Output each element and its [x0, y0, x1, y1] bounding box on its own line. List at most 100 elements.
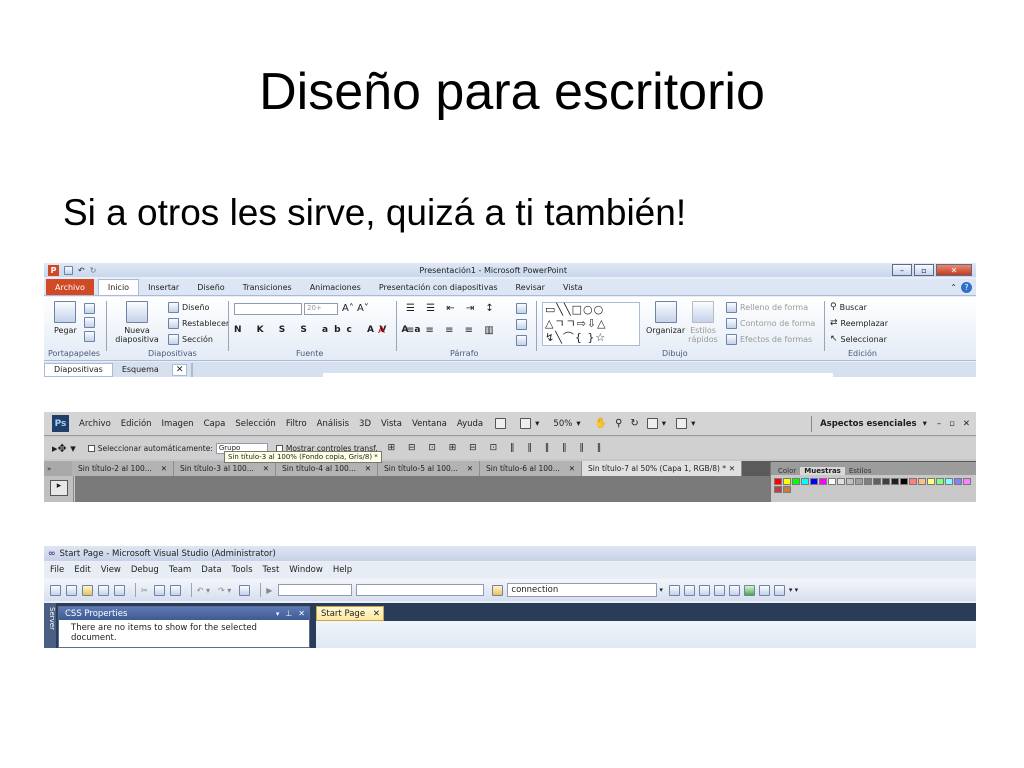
ps-close-button[interactable]: ✕	[963, 419, 970, 429]
color-swatch[interactable]	[864, 478, 872, 485]
tools-icon[interactable]	[728, 584, 740, 596]
tab-presentacion[interactable]: Presentación con diapositivas	[370, 279, 507, 295]
ps-menu-analisis[interactable]: Análisis	[317, 419, 349, 429]
close-button[interactable]: ✕	[936, 264, 972, 276]
doc-tab-4[interactable]: Sin título-4 al 100... ✕	[276, 461, 378, 476]
panel-close-icon[interactable]: ✕	[298, 609, 305, 618]
arrange-documents-icon[interactable]	[646, 418, 658, 429]
auto-select-checkbox[interactable]	[87, 444, 95, 452]
hand-icon[interactable]: ✋	[595, 418, 607, 429]
panel-menu-icon[interactable]: ▾	[276, 610, 280, 618]
properties-icon[interactable]	[683, 584, 695, 596]
doc-tab-5[interactable]: Sin título-5 al 100... ✕	[378, 461, 480, 476]
start-debug-icon[interactable]: ▶	[266, 586, 272, 595]
panel-tab-muestras[interactable]: Muestras	[800, 467, 845, 475]
zoom-level[interactable]: 50%	[553, 419, 572, 429]
find-combo[interactable]: connection	[507, 583, 658, 597]
color-swatch[interactable]	[918, 478, 926, 485]
paste-icon-vs[interactable]	[169, 584, 181, 596]
doc-tab-7[interactable]: Sin título-7 al 50% (Capa 1, RGB/8) * ✕	[582, 461, 742, 476]
tab-esquema[interactable]: Esquema	[113, 363, 168, 377]
select-button[interactable]: ↖ Seleccionar	[830, 334, 887, 344]
quick-styles-button[interactable]: Estilos rápidos	[686, 301, 720, 344]
shape-outline-button[interactable]: Contorno de forma	[726, 318, 815, 329]
expand-panels-icon[interactable]: »	[44, 465, 72, 473]
platform-dropdown[interactable]	[356, 584, 485, 596]
arrange-button[interactable]: Organizar	[646, 301, 685, 335]
pin-icon[interactable]: ⊥	[285, 609, 292, 618]
copy-icon[interactable]	[84, 317, 95, 328]
ps-menu-seleccion[interactable]: Selección	[235, 419, 276, 429]
section-button[interactable]: Sección	[168, 334, 213, 345]
color-swatch[interactable]	[846, 478, 854, 485]
doc-tab-3[interactable]: Sin título-3 al 100... ✕	[174, 461, 276, 476]
color-swatch[interactable]	[882, 478, 890, 485]
align-distribute-buttons[interactable]: ⊞ ⊟ ⊡ ⊞ ⊟ ⊡ ‖ ‖ ‖ ‖ ‖ ‖	[388, 443, 607, 453]
color-swatch[interactable]	[828, 478, 836, 485]
reset-button[interactable]: Restablecer	[168, 318, 229, 329]
align-text-icon[interactable]	[516, 319, 527, 330]
ps-menu-capa[interactable]: Capa	[204, 419, 226, 429]
ps-menu-3d[interactable]: 3D	[359, 419, 371, 429]
tab-transiciones[interactable]: Transiciones	[234, 279, 301, 295]
color-swatch[interactable]	[936, 478, 944, 485]
config-dropdown[interactable]	[278, 584, 353, 596]
tab-diapositivas[interactable]: Diapositivas	[44, 362, 113, 377]
doc-tab-2[interactable]: Sin título-2 al 100... ✕	[72, 461, 174, 476]
color-swatch[interactable]	[774, 486, 782, 493]
vs-menu-help[interactable]: Help	[333, 565, 352, 575]
screen-mode-2-icon[interactable]	[676, 418, 688, 429]
tab-revisar[interactable]: Revisar	[507, 279, 554, 295]
color-swatch[interactable]	[873, 478, 881, 485]
maximize-button[interactable]: ▫	[914, 264, 934, 276]
extension-icon[interactable]	[743, 584, 755, 596]
move-tool-icon[interactable]: ▸✥ ▾	[52, 442, 76, 455]
solution-explorer-icon[interactable]	[668, 584, 680, 596]
open-folder-icon[interactable]	[82, 584, 93, 596]
layout-button[interactable]: Diseño	[168, 302, 209, 313]
smartart-icon[interactable]	[516, 335, 527, 346]
color-swatch[interactable]	[801, 478, 809, 485]
color-swatch[interactable]	[783, 486, 791, 493]
undo-icon[interactable]: ↶	[78, 266, 85, 275]
vs-menu-debug[interactable]: Debug	[131, 565, 159, 575]
save-icon-vs[interactable]	[98, 584, 109, 596]
color-swatch[interactable]	[945, 478, 953, 485]
font-format-buttons[interactable]: N K S S abc AV Aa	[234, 325, 426, 335]
tab-animaciones[interactable]: Animaciones	[301, 279, 370, 295]
color-swatch[interactable]	[792, 478, 800, 485]
ps-menu-ayuda[interactable]: Ayuda	[457, 419, 483, 429]
color-swatch[interactable]	[774, 478, 782, 485]
color-swatch[interactable]	[954, 478, 962, 485]
vs-menu-view[interactable]: View	[101, 565, 121, 575]
color-swatch[interactable]	[855, 478, 863, 485]
undo-icon-vs[interactable]: ↶ ▾	[197, 586, 210, 595]
cut-icon[interactable]	[84, 303, 95, 314]
ps-menu-imagen[interactable]: Imagen	[162, 419, 194, 429]
help-icon[interactable]: ?	[961, 281, 972, 293]
server-explorer-tab[interactable]: Server	[44, 603, 56, 648]
color-swatch[interactable]	[963, 478, 971, 485]
ps-minimize-button[interactable]: –	[937, 419, 941, 429]
redo-icon-vs[interactable]: ↷ ▾	[218, 586, 231, 595]
ps-restore-button[interactable]: ▫	[949, 419, 955, 429]
align-buttons[interactable]: ≡ ≡ ≡ ≡ ▥	[406, 325, 498, 336]
server-icon[interactable]	[758, 584, 770, 596]
font-name-combo[interactable]	[234, 303, 302, 315]
font-color-icon[interactable]: A	[378, 325, 385, 336]
ps-menu-edicion[interactable]: Edición	[121, 419, 152, 429]
find-button[interactable]: ⚲ Buscar	[830, 302, 867, 312]
shape-fill-button[interactable]: Relleno de forma	[726, 302, 808, 313]
vs-menu-team[interactable]: Team	[169, 565, 191, 575]
start-page-tab[interactable]: Start Page ✕	[316, 606, 384, 621]
start-page-close-icon[interactable]: ✕	[373, 609, 380, 619]
toolbar-options-icon[interactable]: ▾ ▾	[789, 586, 798, 594]
minimize-button[interactable]: –	[892, 264, 912, 276]
tab-archivo[interactable]: Archivo	[46, 279, 94, 295]
font-size-combo[interactable]: 20+	[304, 303, 338, 315]
ps-menu-filtro[interactable]: Filtro	[286, 419, 307, 429]
save-all-icon[interactable]	[114, 584, 125, 596]
color-swatch[interactable]	[927, 478, 935, 485]
tab-insertar[interactable]: Insertar	[139, 279, 188, 295]
vs-menu-window[interactable]: Window	[289, 565, 323, 575]
